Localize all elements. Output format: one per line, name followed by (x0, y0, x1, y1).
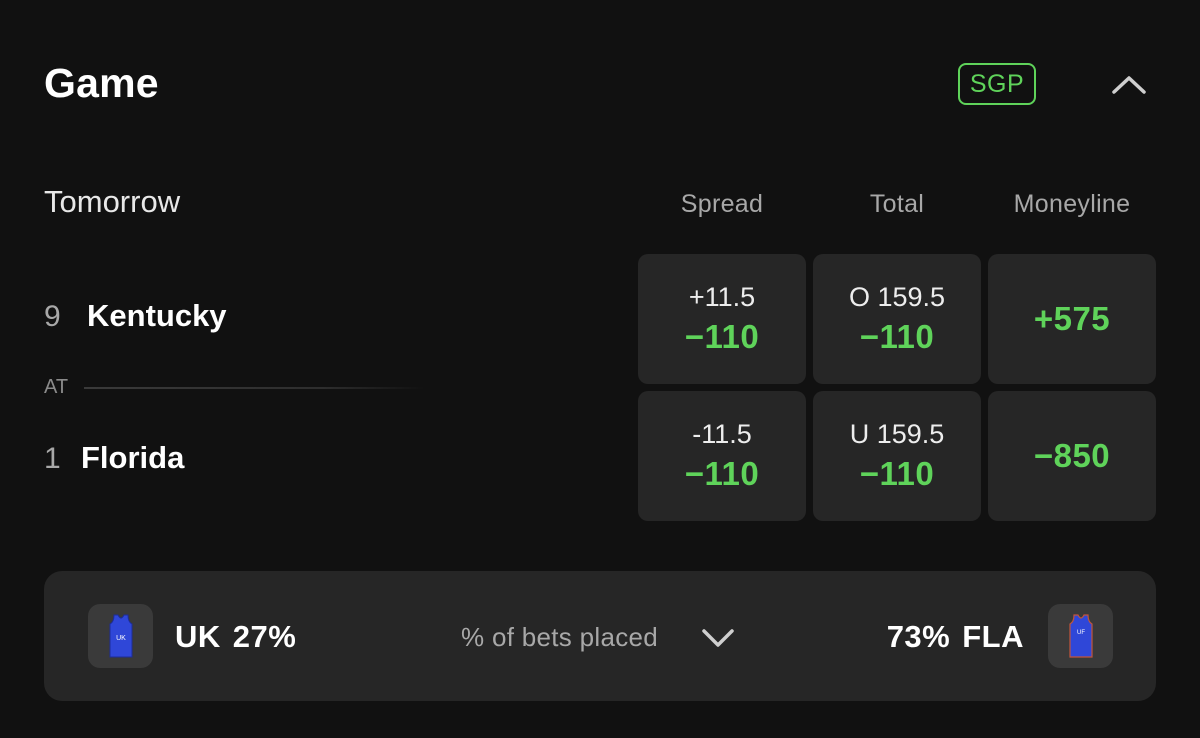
home-spread-line: -11.5 (692, 419, 752, 449)
home-team: 1 Florida (44, 440, 184, 476)
away-bet-team: UK (175, 619, 221, 654)
home-team-name: Florida (81, 440, 185, 475)
home-bet-percent: 73% (886, 619, 951, 654)
away-moneyline-button[interactable]: +575 (988, 254, 1156, 384)
sgp-badge[interactable]: SGP (958, 63, 1036, 105)
jersey-icon: UF (1068, 614, 1093, 658)
away-spread-price: −110 (684, 318, 760, 355)
over-total-line: O 159.5 (848, 282, 946, 312)
away-jersey-text: UK (116, 635, 126, 642)
away-spread-button[interactable]: +11.5 −110 (638, 254, 806, 384)
home-spread-price: −110 (684, 455, 760, 492)
home-moneyline-price: −850 (1033, 437, 1111, 474)
game-time: Tomorrow (44, 184, 181, 219)
under-total-button[interactable]: U 159.5 −110 (813, 391, 981, 521)
away-spread-line: +11.5 (688, 282, 756, 312)
home-jersey-text: UF (1077, 630, 1085, 636)
column-header-spread: Spread (680, 190, 764, 218)
away-moneyline-price: +575 (1033, 300, 1111, 337)
divider (84, 386, 424, 389)
away-team-name: Kentucky (87, 298, 227, 333)
game-card: Game SGP Tomorrow Spread Total Moneyline… (0, 0, 1200, 738)
home-bet-team: FLA (962, 619, 1024, 654)
column-header-moneyline: Moneyline (1013, 190, 1131, 218)
home-moneyline-button[interactable]: −850 (988, 391, 1156, 521)
bets-placed-label: % of bets placed (461, 622, 659, 652)
at-label: AT (44, 376, 69, 398)
bets-placed-panel[interactable]: UK UK 27% % of bets placed 73% FLA UF (44, 571, 1156, 701)
bets-expand-button[interactable] (698, 621, 738, 655)
away-jersey: UK (88, 604, 153, 668)
under-total-line: U 159.5 (849, 419, 945, 449)
over-total-price: −110 (859, 318, 935, 355)
away-team: 9 Kentucky (44, 298, 227, 334)
collapse-button[interactable] (1108, 68, 1150, 100)
chevron-up-icon (1112, 76, 1146, 94)
away-team-rank: 9 (44, 300, 61, 333)
away-bet-percent: 27% (232, 619, 297, 654)
home-spread-button[interactable]: -11.5 −110 (638, 391, 806, 521)
under-total-price: −110 (859, 455, 935, 492)
home-team-rank: 1 (44, 442, 61, 475)
home-bet-share: 73% FLA (887, 619, 1024, 655)
column-header-total: Total (869, 190, 925, 218)
jersey-icon: UK (109, 614, 132, 658)
matchup-separator: AT (44, 376, 424, 399)
home-jersey: UF (1048, 604, 1113, 668)
over-total-button[interactable]: O 159.5 −110 (813, 254, 981, 384)
page-title: Game (44, 60, 159, 106)
chevron-down-icon (702, 629, 734, 647)
away-bet-share: UK 27% (175, 619, 296, 655)
